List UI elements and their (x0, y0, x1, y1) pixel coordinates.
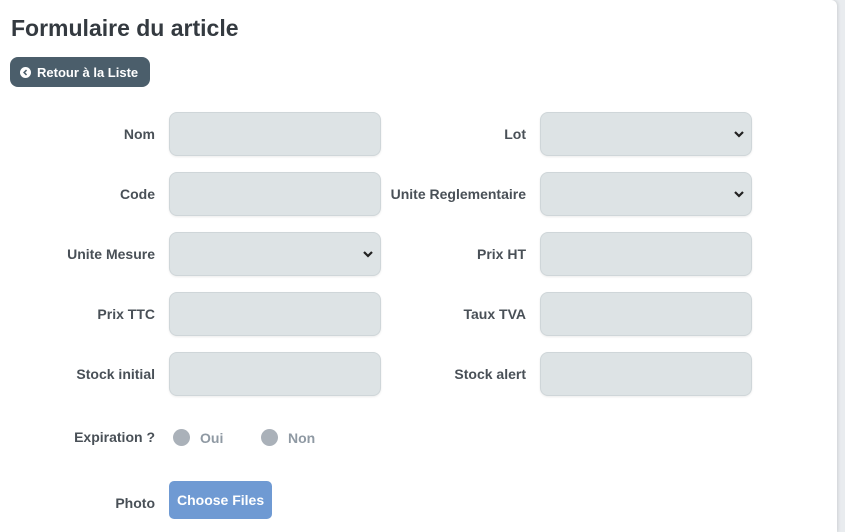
photo-label: Photo (115, 495, 155, 511)
radio-circle (261, 429, 278, 446)
unite-reglementaire-label: Unite Reglementaire (390, 186, 526, 202)
code-label: Code (120, 186, 155, 202)
taux-tva-input[interactable] (540, 292, 752, 336)
prix-ttc-label: Prix TTC (97, 306, 155, 322)
back-button-label: Retour à la Liste (37, 64, 139, 80)
stock-alert-label: Stock alert (454, 366, 526, 382)
stock-initial-label: Stock initial (76, 366, 155, 382)
form-row: Code Unite Reglementaire (0, 172, 837, 216)
stock-alert-input[interactable] (540, 352, 752, 396)
prix-ht-input[interactable] (540, 232, 752, 276)
form-row: Prix TTC Taux TVA (0, 292, 837, 336)
page-title: Formulaire du article (11, 15, 239, 41)
unite-reglementaire-select[interactable] (540, 172, 752, 216)
expiration-non-radio[interactable]: Non (261, 429, 315, 446)
nom-label: Nom (123, 126, 155, 142)
unite-mesure-select[interactable] (169, 232, 381, 276)
lot-label: Lot (504, 126, 526, 142)
lot-select[interactable] (540, 112, 752, 156)
expiration-label: Expiration ? (74, 429, 155, 445)
radio-label-oui: Oui (200, 429, 224, 446)
circle-chevron-left-icon (20, 66, 31, 78)
form-row: Unite Mesure Prix HT (0, 232, 837, 276)
nom-input[interactable] (169, 112, 381, 156)
radio-circle (173, 429, 190, 446)
radio-label-non: Non (288, 429, 316, 446)
chevron-down-icon (734, 131, 744, 138)
prix-ht-label: Prix HT (476, 246, 526, 262)
code-input[interactable] (169, 172, 381, 216)
prix-ttc-input[interactable] (169, 292, 381, 336)
stock-initial-input[interactable] (169, 352, 381, 396)
expiration-group: Expiration ? Oui Non (0, 417, 837, 457)
back-to-list-button[interactable]: Retour à la Liste (10, 57, 151, 87)
unite-mesure-label: Unite Mesure (67, 246, 155, 262)
chevron-down-icon (734, 191, 744, 198)
form-row: Stock initial Stock alert (0, 352, 837, 396)
taux-tva-label: Taux TVA (463, 306, 527, 322)
choose-files-button[interactable]: Choose Files (169, 481, 273, 519)
expiration-oui-radio[interactable]: Oui (173, 429, 223, 446)
form-row: Nom Lot (0, 112, 837, 156)
article-form-card: Formulaire du article Retour à la Liste … (0, 0, 837, 532)
